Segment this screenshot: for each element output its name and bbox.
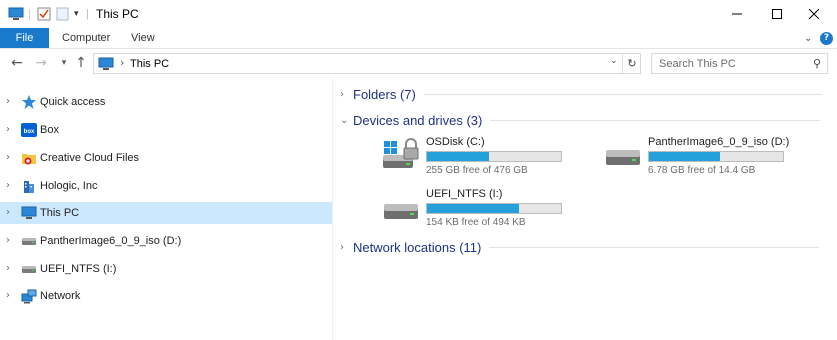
group-divider [489,246,820,248]
computer-icon [21,206,37,219]
chevron-right-icon[interactable]: › [340,242,353,253]
drive-tile-osdisk[interactable]: OSDisk (C:) 255 GB free of 476 GB [382,136,622,180]
chevron-right-icon[interactable]: › [6,207,10,218]
address-bar[interactable]: › This PC ⌄ ↻ [93,53,641,74]
breadcrumb[interactable]: This PC [130,58,169,70]
title-bar: | ▾ | This PC [0,0,837,28]
sidebar-item-label: UEFI_NTFS (I:) [40,263,117,275]
tab-view[interactable]: View [131,28,155,48]
chevron-right-icon[interactable]: › [6,235,10,246]
close-button[interactable] [791,0,837,28]
close-icon [809,9,819,19]
tab-file[interactable]: File [0,28,49,48]
sidebar-item-hologic[interactable]: › Hologic, Inc [0,175,332,197]
drive-usage-bar [426,151,562,162]
maximize-icon [772,9,782,19]
sidebar-item-pantherimage-drive[interactable]: › PantherImage6_0_9_iso (D:) [0,230,332,252]
sidebar-item-label: Quick access [40,96,106,108]
group-network-locations[interactable]: › Network locations (11) [340,237,830,257]
expand-ribbon-icon[interactable]: ⌄ [804,31,812,45]
address-dropdown-icon[interactable]: ⌄ [610,56,622,66]
drive-usage-bar [426,203,562,214]
network-icon [21,289,37,304]
separator: | [86,8,89,20]
computer-icon [98,57,114,70]
chevron-right-icon[interactable]: › [6,290,10,301]
tab-computer[interactable]: Computer [62,28,110,48]
drive-tile-uefi-ntfs[interactable]: UEFI_NTFS (I:) 154 KB free of 494 KB [382,188,622,232]
chevron-right-icon[interactable]: › [340,89,353,100]
sidebar-item-label: PantherImage6_0_9_iso (D:) [40,235,182,247]
sidebar-item-label: Box [40,124,59,136]
group-divider [423,93,822,95]
help-icon[interactable]: ? [820,31,833,45]
creative-cloud-folder-icon [22,154,36,165]
windows-drive-locked-icon [383,138,419,168]
drive-icon [384,204,418,219]
sidebar-item-label: Hologic, Inc [40,180,98,192]
drive-free-space: 154 KB free of 494 KB [426,217,526,228]
recent-locations-icon[interactable]: ▾ [58,53,70,73]
group-network-label: Network locations (11) [353,239,482,255]
drive-usage-fill [649,152,721,161]
drive-usage-bar [648,151,784,162]
sidebar-item-label: Network [40,290,81,302]
search-placeholder: Search This PC [659,58,736,70]
address-row: ← → ▾ ↑ › This PC ⌄ ↻ Search This PC ⚲ [0,48,837,76]
search-input[interactable]: Search This PC ⚲ [651,53,828,74]
drive-tile-pantherimage[interactable]: PantherImage6_0_9_iso (D:) 6.78 GB free … [604,136,837,180]
group-devices-and-drives[interactable]: ⌄ Devices and drives (3) [340,110,830,130]
building-icon [24,181,34,193]
chevron-right-icon[interactable]: › [6,152,10,163]
search-icon: ⚲ [812,57,821,70]
group-divider [490,119,821,121]
new-folder-icon[interactable] [56,5,69,23]
breadcrumb-separator-icon[interactable]: › [120,56,124,69]
back-arrow-icon[interactable]: ← [8,53,26,73]
forward-arrow-icon[interactable]: → [32,53,50,73]
drive-icon [606,150,640,165]
minimize-icon [732,13,742,15]
group-folders[interactable]: › Folders (7) [340,84,830,104]
window-title: This PC [96,7,139,21]
sidebar-item-label: Creative Cloud Files [40,152,140,164]
drive-usage-fill [427,152,489,161]
separator: | [28,8,31,20]
ribbon-tabs: File Computer View ⌄ ? [0,28,837,48]
group-folders-label: Folders (7) [353,86,416,102]
drive-name: UEFI_NTFS (I:) [426,188,503,200]
chevron-right-icon[interactable]: › [6,96,10,107]
properties-icon[interactable] [37,5,51,23]
chevron-down-icon[interactable]: ⌄ [340,115,353,126]
sidebar-item-quick-access[interactable]: › Quick access [0,91,332,113]
navigation-pane: › Quick access › box Box › Creative Clou… [0,76,333,340]
drive-usage-fill [427,204,520,213]
customize-toolbar-icon[interactable]: ▾ [74,5,79,23]
drive-free-space: 255 GB free of 476 GB [426,165,528,176]
drive-icon [22,238,36,245]
sidebar-item-label: This PC [40,207,80,219]
sidebar-item-network[interactable]: › Network [0,285,332,307]
sidebar-item-uefi-ntfs-drive[interactable]: › UEFI_NTFS (I:) [0,258,332,280]
sidebar-item-creative-cloud-files[interactable]: › Creative Cloud Files [0,147,332,169]
app-computer-icon [8,5,24,23]
sidebar-item-box[interactable]: › box Box [0,119,332,141]
drive-free-space: 6.78 GB free of 14.4 GB [648,165,756,176]
up-arrow-icon[interactable]: ↑ [72,53,90,73]
drive-name: OSDisk (C:) [426,136,485,148]
chevron-right-icon[interactable]: › [6,263,10,274]
box-icon: box [21,123,37,137]
sidebar-item-this-pc[interactable]: › This PC [0,202,332,224]
group-devices-label: Devices and drives (3) [353,112,483,128]
chevron-right-icon[interactable]: › [6,124,10,135]
drive-icon [22,266,36,273]
drive-name: PantherImage6_0_9_iso (D:) [648,136,790,148]
refresh-icon[interactable]: ↻ [622,54,641,73]
svg-text:box: box [24,129,35,135]
star-icon [22,95,36,109]
chevron-right-icon[interactable]: › [6,180,10,191]
content-pane: › Folders (7) ⌄ Devices and drives (3) O… [334,76,837,340]
